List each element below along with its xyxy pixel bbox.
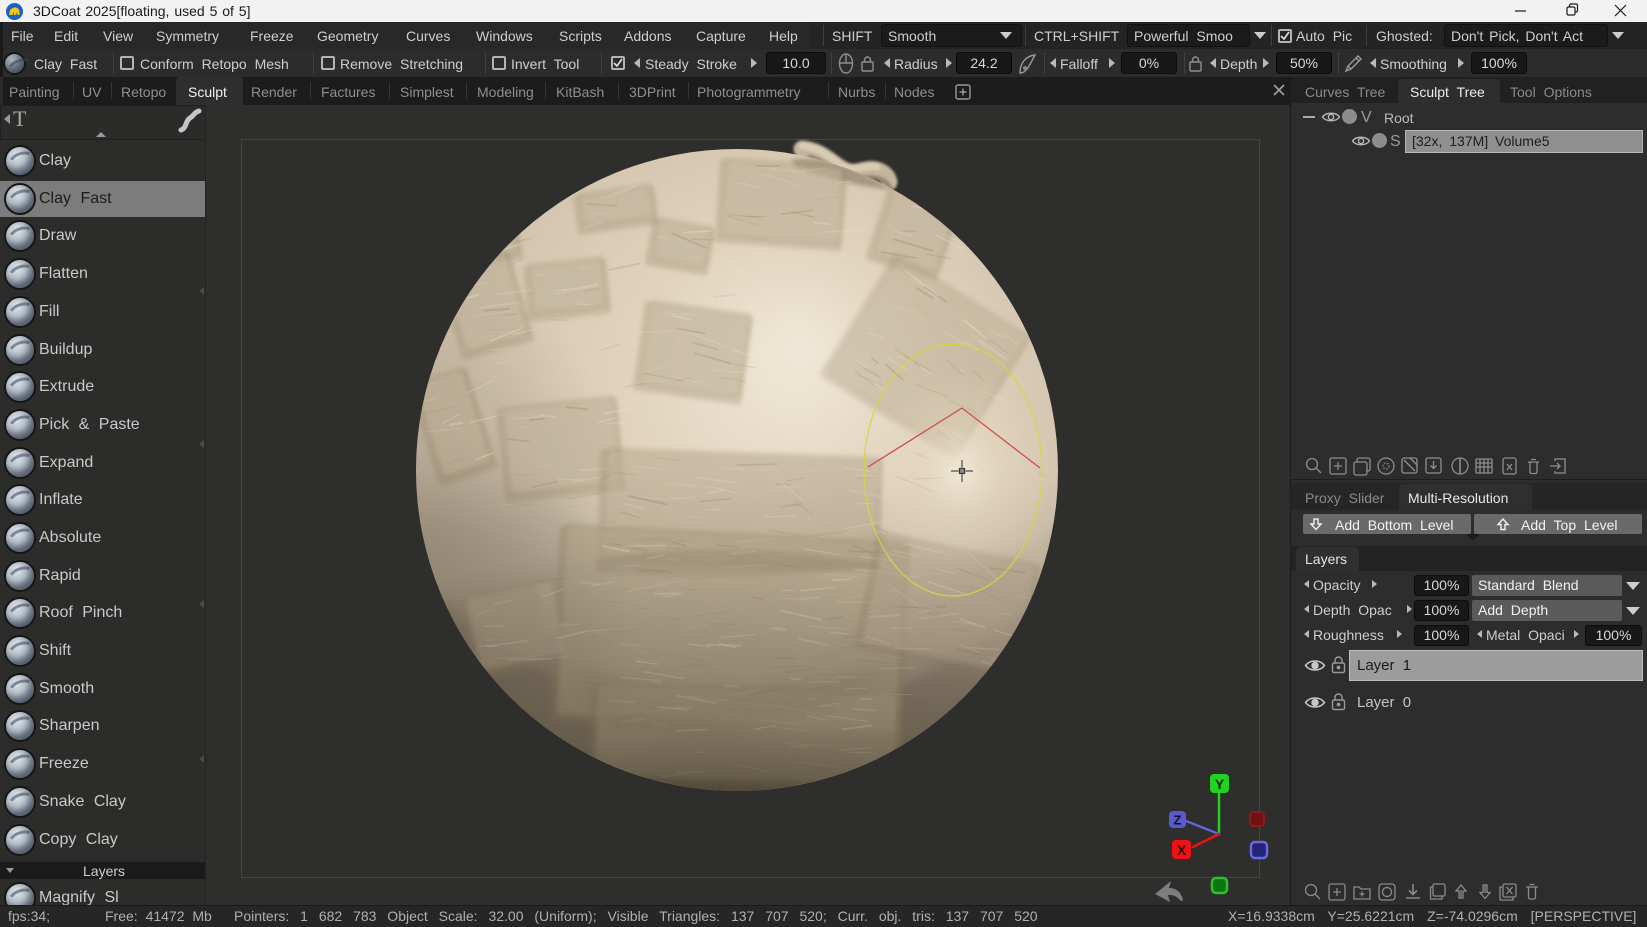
svg-text:X: X (1177, 842, 1187, 858)
svg-text:Y: Y (1215, 776, 1225, 792)
svg-text:Z: Z (1174, 813, 1182, 828)
